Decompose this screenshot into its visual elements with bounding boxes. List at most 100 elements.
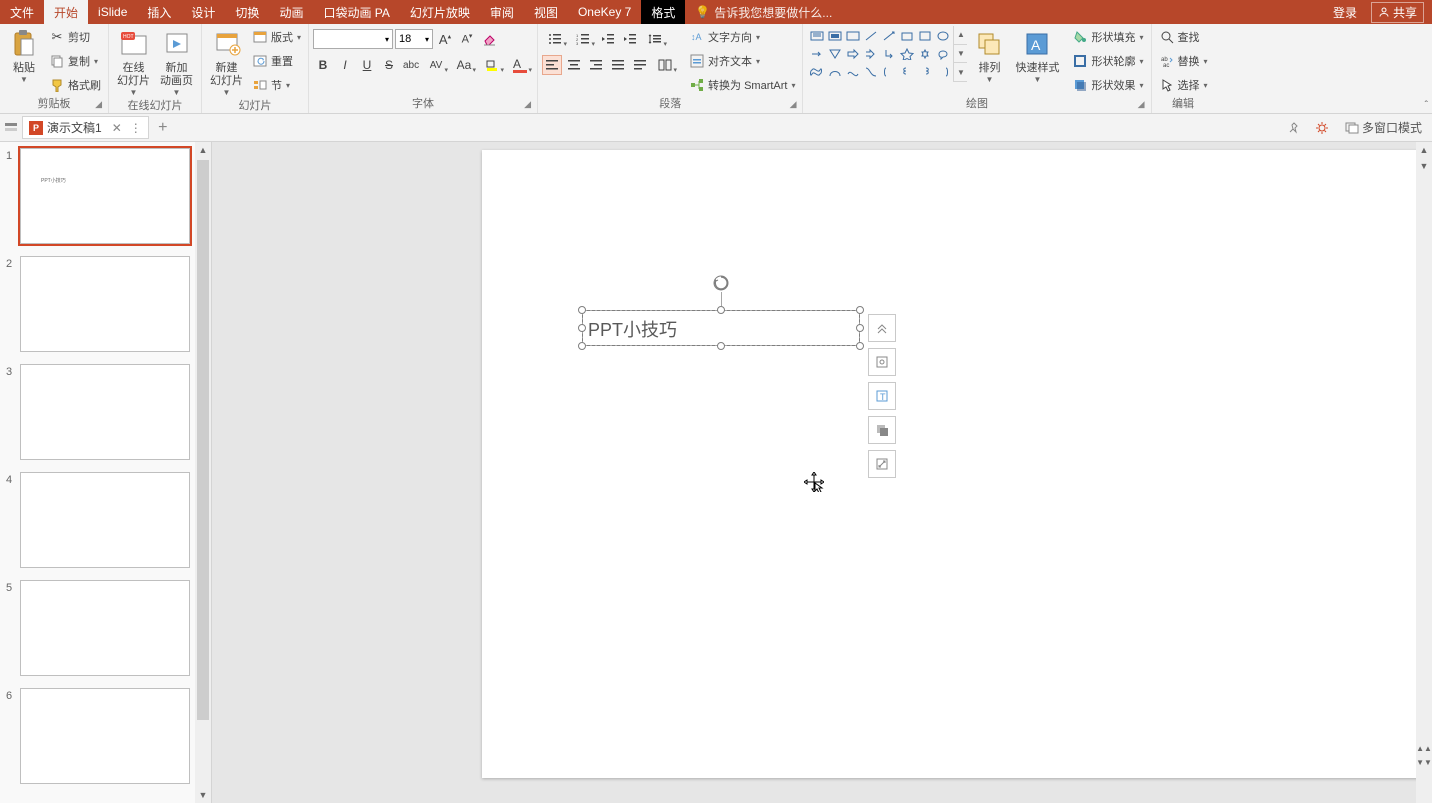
find-button[interactable]: 查找 xyxy=(1156,26,1211,48)
scroll-down-button[interactable]: ▼ xyxy=(195,787,211,803)
textbox-selection[interactable]: PPT小技巧 xyxy=(582,310,860,346)
float-duplicate-button[interactable] xyxy=(868,416,896,444)
slide-thumbnail-6[interactable] xyxy=(20,688,190,784)
select-button[interactable]: 选择▾ xyxy=(1156,74,1211,96)
slide-thumbnail-4[interactable] xyxy=(20,472,190,568)
resize-handle-bl[interactable] xyxy=(578,342,586,350)
convert-smartart-button[interactable]: 转换为 SmartArt▾ xyxy=(686,74,798,96)
resize-handle-tl[interactable] xyxy=(578,306,586,314)
thumbnail-scrollbar[interactable]: ▲ ▼ xyxy=(195,142,211,803)
bullets-button[interactable]: ▾ xyxy=(542,29,568,49)
dialog-launcher-icon[interactable]: ◢ xyxy=(790,97,797,111)
scroll-up-button[interactable]: ▲ xyxy=(195,142,211,158)
tab-home[interactable]: 开始 xyxy=(44,0,88,24)
resize-handle-t[interactable] xyxy=(717,306,725,314)
shape-gallery[interactable]: ▲ ▼ ▼ xyxy=(807,26,967,82)
scroll-up-button[interactable]: ▲ xyxy=(1416,142,1432,158)
decrease-font-button[interactable]: A▾ xyxy=(457,29,477,49)
resize-handle-r[interactable] xyxy=(856,324,864,332)
format-painter-button[interactable]: 格式刷 xyxy=(46,74,104,96)
float-collapse-button[interactable] xyxy=(868,314,896,342)
tab-review[interactable]: 审阅 xyxy=(480,0,524,24)
gallery-down-button[interactable]: ▼ xyxy=(954,45,967,64)
float-text-button[interactable]: T xyxy=(868,382,896,410)
login-button[interactable]: 登录 xyxy=(1325,4,1365,21)
next-slide-button[interactable]: ▼▼ xyxy=(1416,755,1432,769)
dialog-launcher-icon[interactable]: ◢ xyxy=(1138,97,1145,111)
tab-format[interactable]: 格式 xyxy=(641,0,685,24)
align-center-button[interactable] xyxy=(564,55,584,75)
collapse-ribbon-button[interactable]: ˆ xyxy=(1425,100,1428,111)
rotate-handle[interactable] xyxy=(712,274,730,292)
resize-handle-br[interactable] xyxy=(856,342,864,350)
dialog-launcher-icon[interactable]: ◢ xyxy=(95,97,102,111)
cut-button[interactable]: ✂ 剪切 xyxy=(46,26,104,48)
text-direction-button[interactable]: ↕A 文字方向▾ xyxy=(686,26,798,48)
slide-canvas[interactable]: PPT小技巧 T xyxy=(482,150,1432,778)
highlight-button[interactable]: ▾ xyxy=(479,55,505,75)
section-button[interactable]: 节▾ xyxy=(249,74,304,96)
tab-animation[interactable]: 动画 xyxy=(269,0,313,24)
online-slide-button[interactable]: HOT 在线 幻灯片 ▼ xyxy=(113,26,154,99)
settings-button[interactable] xyxy=(1311,117,1333,139)
scroll-thumb[interactable] xyxy=(197,160,209,720)
layout-button[interactable]: 版式▾ xyxy=(249,26,304,48)
tab-onekey[interactable]: OneKey 7 xyxy=(568,0,641,24)
bold-button[interactable]: B xyxy=(313,55,333,75)
resize-handle-tr[interactable] xyxy=(856,306,864,314)
italic-button[interactable]: I xyxy=(335,55,355,75)
align-text-button[interactable]: 对齐文本▾ xyxy=(686,50,798,72)
tab-menu-button[interactable]: ⋮ xyxy=(130,121,142,135)
text-shadow-button[interactable]: abc xyxy=(401,55,421,75)
shape-outline-button[interactable]: 形状轮廓▾ xyxy=(1069,50,1146,72)
tab-slideshow[interactable]: 幻灯片放映 xyxy=(400,0,480,24)
replace-button[interactable]: abac 替换▾ xyxy=(1156,50,1211,72)
underline-button[interactable]: U xyxy=(357,55,377,75)
share-button[interactable]: 共享 xyxy=(1371,2,1424,23)
columns-button[interactable]: ▾ xyxy=(652,55,678,75)
tell-me-search[interactable]: 💡 告诉我您想要做什么... xyxy=(695,4,1325,21)
tab-insert[interactable]: 插入 xyxy=(137,0,181,24)
canvas-scrollbar[interactable]: ▲ ▲▲ ▼▼ ▼ xyxy=(1416,142,1432,803)
float-layout-options-button[interactable] xyxy=(868,348,896,376)
strikethrough-button[interactable]: S xyxy=(379,55,399,75)
change-case-button[interactable]: Aa▾ xyxy=(451,55,477,75)
multi-window-button[interactable]: 多窗口模式 xyxy=(1339,117,1428,138)
font-size-combo[interactable]: 18▾ xyxy=(395,29,433,49)
decrease-indent-button[interactable] xyxy=(598,29,618,49)
new-slide-button[interactable]: 新建 幻灯片 ▼ xyxy=(206,26,247,99)
shape-fill-button[interactable]: 形状填充▾ xyxy=(1069,26,1146,48)
textbox-content[interactable]: PPT小技巧 xyxy=(588,316,677,342)
arrange-button[interactable]: 排列 ▼ xyxy=(969,26,1009,86)
distribute-button[interactable] xyxy=(630,55,650,75)
font-color-button[interactable]: A▾ xyxy=(507,55,533,75)
reset-button[interactable]: 重置 xyxy=(249,50,304,72)
resize-handle-b[interactable] xyxy=(717,342,725,350)
line-spacing-button[interactable]: ▾ xyxy=(642,29,668,49)
gallery-up-button[interactable]: ▲ xyxy=(954,26,967,45)
pin-button[interactable] xyxy=(1283,117,1305,139)
dialog-launcher-icon[interactable]: ◢ xyxy=(524,97,531,111)
tab-pocket-anim[interactable]: 口袋动画 PA xyxy=(313,0,399,24)
shape-effects-button[interactable]: 形状效果▾ xyxy=(1069,74,1146,96)
tab-transition[interactable]: 切换 xyxy=(225,0,269,24)
float-size-button[interactable] xyxy=(868,450,896,478)
tab-design[interactable]: 设计 xyxy=(181,0,225,24)
slide-thumbnail-2[interactable] xyxy=(20,256,190,352)
font-name-combo[interactable]: ▾ xyxy=(313,29,393,49)
numbering-button[interactable]: 123▾ xyxy=(570,29,596,49)
slide-thumbnail-3[interactable] xyxy=(20,364,190,460)
copy-button[interactable]: 复制 ▾ xyxy=(46,50,104,72)
new-anim-page-button[interactable]: 新加 动画页 ▼ xyxy=(156,26,197,99)
clear-format-button[interactable] xyxy=(479,29,499,49)
gallery-more-button[interactable]: ▼ xyxy=(954,63,967,82)
add-tab-button[interactable]: + xyxy=(153,118,173,138)
document-tab[interactable]: P 演示文稿1 ✕ ⋮ xyxy=(22,116,149,139)
align-right-button[interactable] xyxy=(586,55,606,75)
justify-button[interactable] xyxy=(608,55,628,75)
slide-canvas-area[interactable]: PPT小技巧 T ▲ ▲▲ ▼▼ ▼ xyxy=(212,142,1432,803)
quick-styles-button[interactable]: A 快速样式 ▼ xyxy=(1011,26,1063,86)
tab-file[interactable]: 文件 xyxy=(0,0,44,24)
slide-thumbnail-5[interactable] xyxy=(20,580,190,676)
scroll-down-button[interactable]: ▼ xyxy=(1416,158,1432,174)
